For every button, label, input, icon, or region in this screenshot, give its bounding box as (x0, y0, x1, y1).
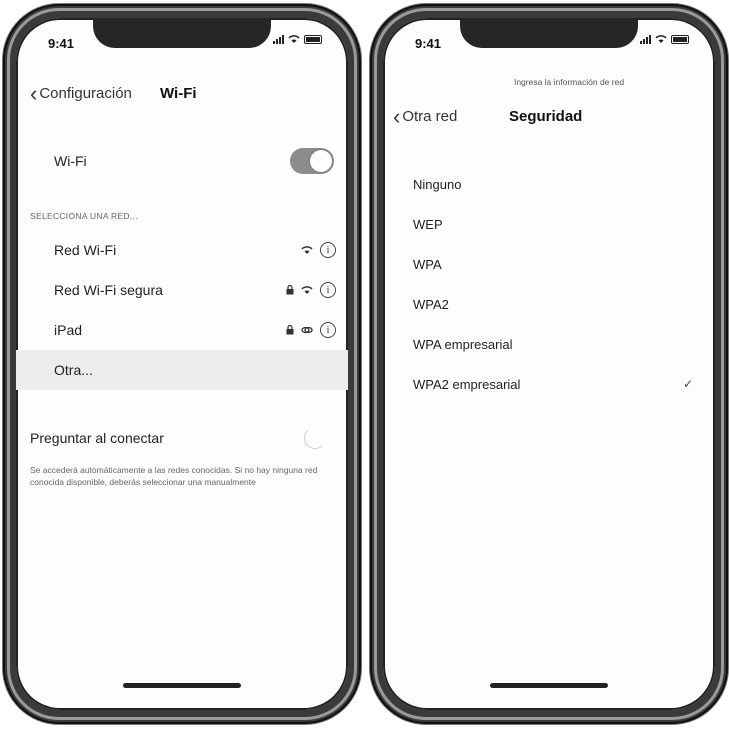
network-row-red-wifi[interactable]: Red Wi-Fi i (16, 230, 348, 270)
phone-wifi-settings: 9:41 ‹ Configuración Wi-Fi Wi-Fi SELECCI… (3, 4, 361, 724)
wifi-toggle[interactable] (290, 148, 334, 174)
security-option-ninguno[interactable]: Ninguno (383, 165, 715, 203)
status-icons (273, 34, 322, 44)
chevron-left-icon: ‹ (393, 103, 401, 129)
back-button[interactable]: ‹ Configuración (30, 80, 132, 106)
option-label: WPA empresarial (413, 336, 513, 352)
status-time: 9:41 (415, 36, 442, 51)
wifi-status-icon (655, 35, 667, 43)
wifi-status-icon (288, 35, 300, 43)
option-label: WPA2 empresarial (413, 376, 521, 392)
battery-icon (671, 35, 689, 44)
ask-label: Preguntar al conectar (30, 430, 164, 446)
security-option-wpa2[interactable]: WPA2 (383, 285, 715, 323)
status-time: 9:41 (48, 36, 75, 51)
network-row-ipad[interactable]: iPad i (16, 310, 348, 350)
option-label: Ninguno (413, 176, 462, 192)
page-title: Seguridad (509, 108, 583, 125)
lock-icon (286, 285, 294, 295)
nav-bar: ‹ Configuración Wi-Fi (16, 80, 348, 110)
nav-bar: ‹ Otra red Seguridad (383, 103, 715, 133)
wifi-label: Wi-Fi (54, 153, 87, 169)
wifi-icon (301, 286, 313, 294)
network-name: Red Wi-Fi segura (54, 282, 163, 298)
home-indicator[interactable] (490, 683, 608, 688)
ask-to-join-row: Preguntar al conectar (16, 418, 348, 458)
screen-wifi: 9:41 ‹ Configuración Wi-Fi Wi-Fi SELECCI… (16, 18, 348, 710)
back-button[interactable]: ‹ Otra red (393, 103, 458, 129)
other-label: Otra... (54, 362, 93, 378)
screen-security: 9:41 Ingresa la información de red ‹ Otr… (383, 18, 715, 710)
checkmark-icon: ✓ (682, 377, 693, 391)
other-network-row[interactable]: Otra... (16, 350, 348, 390)
page-title: Wi-Fi (160, 85, 197, 102)
signal-icon (640, 34, 651, 44)
info-icon[interactable]: i (320, 322, 336, 338)
ask-description: Se accederá automáticamente a las redes … (30, 465, 318, 487)
lock-icon (286, 325, 294, 335)
security-option-wpa-empresarial[interactable]: WPA empresarial (383, 325, 715, 363)
security-option-wep[interactable]: WEP (383, 205, 715, 243)
phone-security-settings: 9:41 Ingresa la información de red ‹ Otr… (370, 4, 728, 724)
network-info-header: Ingresa la información de red (513, 77, 625, 87)
chevron-left-icon: ‹ (30, 80, 38, 106)
security-option-wpa[interactable]: WPA (383, 245, 715, 283)
option-label: WEP (413, 216, 443, 232)
network-name: Red Wi-Fi (54, 242, 117, 258)
section-header: SELECCIONA UNA RED... (30, 211, 138, 221)
notch (93, 18, 271, 48)
signal-icon (273, 34, 284, 44)
wifi-icon (301, 246, 313, 254)
notch (460, 18, 638, 48)
ask-toggle[interactable] (304, 427, 326, 449)
back-label: Otra red (402, 108, 458, 125)
option-label: WPA (413, 256, 442, 272)
network-row-red-wifi-segura[interactable]: Red Wi-Fi segura i (16, 270, 348, 310)
option-label: WPA2 (413, 296, 449, 312)
info-icon[interactable]: i (320, 242, 336, 258)
home-indicator[interactable] (123, 683, 241, 688)
status-icons (640, 34, 689, 44)
info-icon[interactable]: i (320, 282, 336, 298)
security-option-wpa2-empresarial[interactable]: WPA2 empresarial ✓ (383, 365, 715, 403)
wifi-toggle-row: Wi-Fi (16, 141, 348, 181)
hotspot-link-icon (301, 326, 313, 334)
battery-icon (304, 35, 322, 44)
network-name: iPad (54, 322, 83, 338)
back-label: Configuración (39, 85, 132, 102)
